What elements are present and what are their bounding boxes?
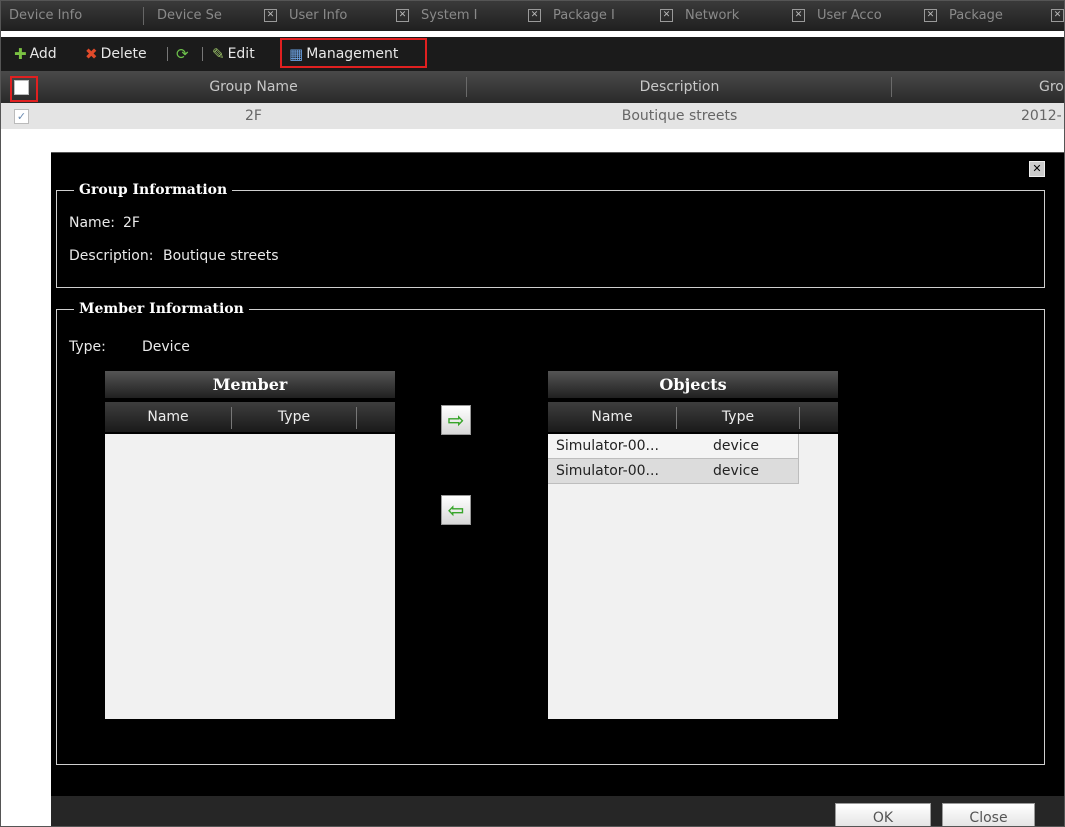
tab-close-icon[interactable]: ✕ xyxy=(264,9,277,22)
member-panel-header: Name Type xyxy=(105,402,395,432)
ok-button[interactable]: OK xyxy=(835,803,931,826)
tab-close-icon[interactable]: ✕ xyxy=(528,9,541,22)
column-divider xyxy=(891,77,892,97)
edit-label: Edit xyxy=(227,46,255,62)
tab-device-se[interactable]: Device Se ✕ xyxy=(149,1,279,31)
tab-label: System I xyxy=(421,8,478,23)
add-label: Add xyxy=(29,46,57,62)
move-to-objects-button[interactable]: ⇦ xyxy=(441,495,471,525)
dialog-footer: OK Close xyxy=(51,796,1064,826)
member-list[interactable] xyxy=(105,434,395,719)
objects-column-name[interactable]: Name xyxy=(548,402,676,432)
column-divider xyxy=(799,407,800,429)
delete-button[interactable]: ✖ Delete xyxy=(85,45,147,63)
group-information-section: Group Information xyxy=(56,182,1045,288)
arrow-right-icon: ⇨ xyxy=(447,408,465,432)
member-panel-title: Member xyxy=(105,371,395,398)
refresh-icon: ⟳ xyxy=(176,45,189,63)
tab-package[interactable]: Package ✕ xyxy=(941,1,1064,31)
pencil-icon: ✎ xyxy=(212,45,225,63)
tab-label: Device Info xyxy=(9,8,83,23)
table-row[interactable]: ✓ 2F Boutique streets 2012- xyxy=(1,103,1064,129)
tab-user-account[interactable]: User Acco ✕ xyxy=(809,1,939,31)
toolbar: ✚ Add ✖ Delete ⟳ ✎ Edit ▦ Management xyxy=(1,37,1064,71)
cell-group: 2012- xyxy=(1021,108,1062,124)
tab-divider xyxy=(143,7,144,25)
app-window: Device Info Device Se ✕ User Info ✕ System… xyxy=(0,0,1065,827)
delete-label: Delete xyxy=(100,46,147,62)
close-icon[interactable]: ✕ xyxy=(1029,161,1045,177)
tab-close-icon[interactable]: ✕ xyxy=(396,9,409,22)
tab-close-icon[interactable]: ✕ xyxy=(660,9,673,22)
refresh-button[interactable]: ⟳ xyxy=(176,45,192,63)
group-description-value: Boutique streets xyxy=(163,248,279,264)
tab-package-info[interactable]: Package I ✕ xyxy=(545,1,675,31)
cell-description: Boutique streets xyxy=(621,108,738,124)
tab-bar: Device Info Device Se ✕ User Info ✕ System… xyxy=(1,1,1064,31)
tab-close-icon[interactable]: ✕ xyxy=(1051,9,1064,22)
tab-network[interactable]: Network ✕ xyxy=(677,1,807,31)
delete-x-icon: ✖ xyxy=(85,45,98,63)
plus-icon: ✚ xyxy=(14,45,27,63)
tab-label: User Info xyxy=(289,8,348,23)
objects-panel-title: Objects xyxy=(548,371,838,398)
group-name-label: Name: xyxy=(69,215,116,231)
cell-group-name: 2F xyxy=(245,108,262,124)
group-information-legend: Group Information xyxy=(79,182,228,198)
add-button[interactable]: ✚ Add xyxy=(14,45,57,63)
arrow-left-icon: ⇦ xyxy=(447,498,465,522)
tab-label: Package xyxy=(949,8,1003,23)
member-type-label: Type: xyxy=(69,339,106,355)
object-name: Simulator-00... xyxy=(556,438,659,454)
objects-column-type[interactable]: Type xyxy=(677,402,799,432)
group-description-label: Description: xyxy=(69,248,154,264)
column-header-description[interactable]: Description xyxy=(467,71,892,103)
tab-label: Network xyxy=(685,8,740,23)
column-header-group[interactable]: Gro xyxy=(1039,71,1064,103)
row-checkbox[interactable]: ✓ xyxy=(14,109,29,124)
toolbar-divider xyxy=(167,47,168,61)
close-button[interactable]: Close xyxy=(942,803,1035,826)
select-all-highlight xyxy=(10,76,38,102)
object-type: device xyxy=(713,438,759,454)
object-type: device xyxy=(713,463,759,479)
tab-user-info[interactable]: User Info ✕ xyxy=(281,1,411,31)
tab-label: User Acco xyxy=(817,8,882,23)
column-header-group-name[interactable]: Group Name xyxy=(41,71,466,103)
group-name-value: 2F xyxy=(123,215,140,231)
member-column-type[interactable]: Type xyxy=(232,402,356,432)
tab-close-icon[interactable]: ✕ xyxy=(924,9,937,22)
tab-system-info[interactable]: System I ✕ xyxy=(413,1,543,31)
move-to-member-button[interactable]: ⇨ xyxy=(441,405,471,435)
toolbar-divider xyxy=(202,47,203,61)
edit-button[interactable]: ✎ Edit xyxy=(212,45,255,63)
group-management-dialog: ✕ Group Information Name: 2F Description… xyxy=(51,152,1064,826)
column-divider xyxy=(356,407,357,429)
tab-device-info[interactable]: Device Info xyxy=(1,1,133,31)
object-name: Simulator-00... xyxy=(556,463,659,479)
tab-label: Device Se xyxy=(157,8,222,23)
member-column-name[interactable]: Name xyxy=(105,402,231,432)
member-information-legend: Member Information xyxy=(79,301,244,317)
management-highlight xyxy=(280,38,427,68)
tab-label: Package I xyxy=(553,8,615,23)
objects-panel-header: Name Type xyxy=(548,402,838,432)
tab-close-icon[interactable]: ✕ xyxy=(792,9,805,22)
list-item[interactable]: Simulator-00... device xyxy=(548,459,799,484)
list-item[interactable]: Simulator-00... device xyxy=(548,434,799,459)
objects-list[interactable]: Simulator-00... device Simulator-00... d… xyxy=(548,434,838,719)
grid-header: Group Name Description Gro xyxy=(1,71,1064,103)
member-type-value: Device xyxy=(142,339,190,355)
